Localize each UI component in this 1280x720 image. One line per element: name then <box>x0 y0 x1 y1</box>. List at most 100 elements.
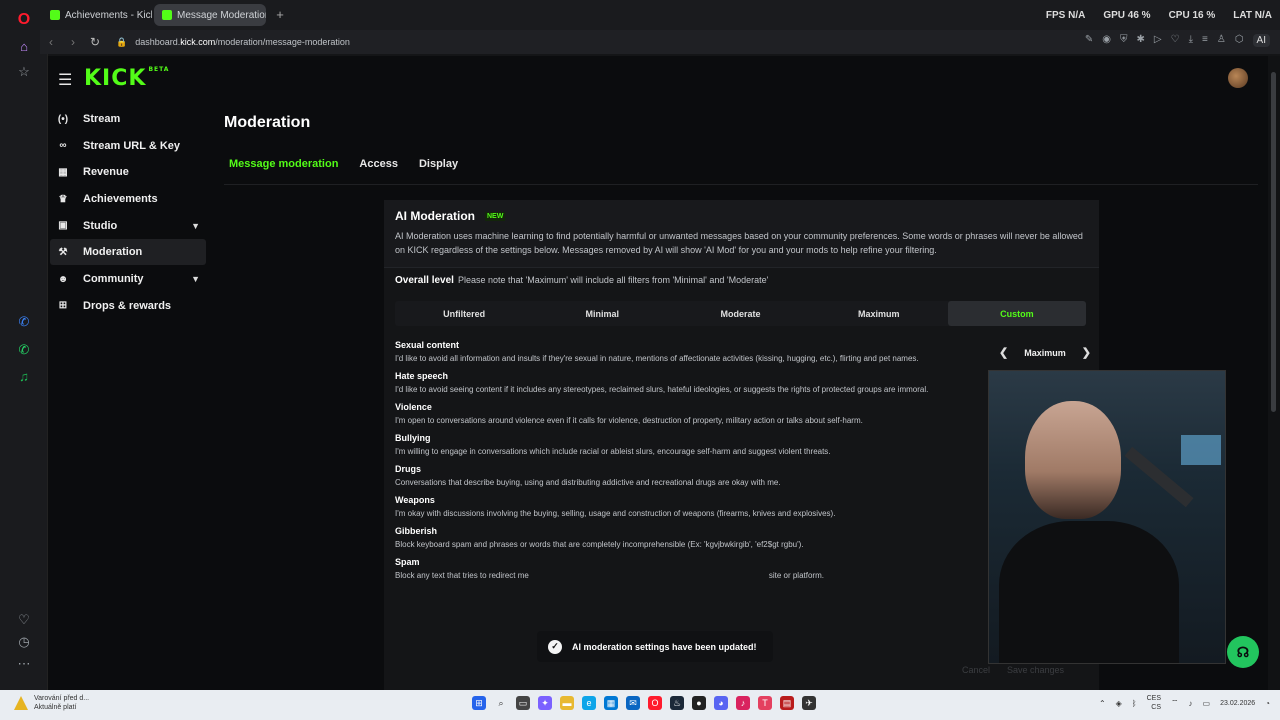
ai-button[interactable]: AI <box>1252 34 1270 47</box>
category-name: Sexual content <box>395 340 460 350</box>
edit-icon[interactable]: ✎ <box>1085 34 1093 47</box>
category-description: I'm open to conversations around violenc… <box>395 416 863 425</box>
profile-icon[interactable]: ♙ <box>1217 34 1226 47</box>
lock-icon: 🔒 <box>116 36 128 47</box>
reload-icon[interactable]: ↻ <box>84 35 106 49</box>
chevron-down-icon[interactable]: ▼ <box>191 221 200 231</box>
app-icon[interactable]: ▤ <box>780 696 794 710</box>
back-icon[interactable]: ‹ <box>40 35 62 49</box>
search-icon[interactable]: ⌕ <box>494 696 508 710</box>
chevron-left-icon[interactable]: ❮ <box>995 346 1012 359</box>
overall-level-label: Overall level <box>395 275 454 286</box>
weather-notice[interactable]: Varování před d... Aktuálně platí <box>14 694 89 712</box>
level-moderate-button[interactable]: Moderate <box>671 301 809 326</box>
level-minimal-button[interactable]: Minimal <box>533 301 671 326</box>
tab-display[interactable]: Display <box>414 158 463 176</box>
heart-icon[interactable]: ♡ <box>1171 34 1180 47</box>
messenger-icon[interactable]: ✆ <box>14 312 34 332</box>
new-tab-icon[interactable]: + <box>272 7 288 23</box>
hamburger-menu-icon[interactable]: ☰ <box>58 70 72 90</box>
opera-icon[interactable]: O <box>648 696 662 710</box>
cancel-button[interactable]: Cancel <box>962 665 990 675</box>
tab-message-moderation[interactable]: Message Moderation - Ki <box>154 4 266 26</box>
file-explorer-icon[interactable]: ▬ <box>560 696 574 710</box>
level-selector: Unfiltered Minimal Moderate Maximum Custom <box>395 301 1087 326</box>
whatsapp-icon[interactable]: ✆ <box>14 340 34 360</box>
chevron-up-icon[interactable]: ⌃ <box>1099 699 1106 708</box>
wifi-icon[interactable]: ⌔ <box>1171 698 1179 708</box>
tab-access[interactable]: Access <box>354 158 403 176</box>
level-unfiltered-button[interactable]: Unfiltered <box>395 301 533 326</box>
sidebar-item-revenue[interactable]: ▦ Revenue <box>50 159 206 185</box>
tab-achievements[interactable]: Achievements - Kick Dash <box>42 4 152 26</box>
level-maximum-button[interactable]: Maximum <box>810 301 948 326</box>
form-actions: Cancel Save changes <box>962 665 1064 675</box>
steam-icon[interactable]: ♨ <box>670 696 684 710</box>
forward-icon[interactable]: › <box>62 35 84 49</box>
chevron-right-icon[interactable]: ❯ <box>1078 346 1095 359</box>
shield-icon[interactable]: ⛨ <box>1120 34 1128 47</box>
app-icon[interactable]: ✈ <box>802 696 816 710</box>
copilot-icon[interactable]: ✦ <box>538 696 552 710</box>
outlook-icon[interactable]: ✉ <box>626 696 640 710</box>
network-icon[interactable]: ◈ <box>1116 699 1122 708</box>
language-indicator[interactable]: CES CS <box>1147 694 1161 712</box>
sidebar-item-achievements[interactable]: ♛ Achievements <box>50 186 206 212</box>
sidebar-item-community[interactable]: ☻ Community ▼ <box>50 266 206 292</box>
sidebar-item-moderation[interactable]: ⚒ Moderation <box>50 239 206 266</box>
bookmark-icon[interactable]: ☆ <box>14 62 34 82</box>
kick-logo[interactable]: KICK BETA <box>84 66 169 91</box>
tab-message-moderation[interactable]: Message moderation <box>224 158 343 176</box>
kick-header: ☰ KICK BETA <box>48 56 1268 100</box>
camera-icon[interactable]: ◉ <box>1102 34 1111 47</box>
avatar[interactable] <box>1228 68 1248 88</box>
chevron-down-icon[interactable]: ▼ <box>191 274 200 284</box>
sidebar-item-stream-url-key[interactable]: ∞ Stream URL & Key <box>50 133 206 159</box>
notifications-icon[interactable]: ◔ <box>1265 699 1270 708</box>
volume-icon[interactable]: ♪ <box>1189 699 1193 708</box>
save-changes-button[interactable]: Save changes <box>1007 665 1064 675</box>
page-title: Moderation <box>224 114 311 131</box>
tab-label: Message Moderation - Ki <box>177 9 266 21</box>
tab-label: Achievements - Kick Dash <box>65 9 152 21</box>
obs-icon[interactable]: ● <box>692 696 706 710</box>
opera-logo-icon[interactable]: O <box>14 10 34 30</box>
extension-icon[interactable]: ✱ <box>1137 34 1145 47</box>
app-icon[interactable]: T <box>758 696 772 710</box>
tabs-divider <box>224 184 1258 185</box>
more-icon[interactable]: ⋯ <box>14 654 34 674</box>
kick-favicon-icon <box>50 10 60 20</box>
download-icon[interactable]: ⤓ <box>1189 34 1193 47</box>
discord-icon[interactable]: ◕ <box>714 696 728 710</box>
sidebar-item-label: Stream <box>83 113 121 125</box>
ai-moderation-header: AI Moderation NEW AI Moderation uses mach… <box>384 200 1099 268</box>
app-icon[interactable]: ♪ <box>736 696 750 710</box>
sidebar-item-studio[interactable]: ▣ Studio ▼ <box>50 213 206 239</box>
history-icon[interactable]: ◷ <box>14 632 34 652</box>
home-icon[interactable]: ⌂ <box>14 36 34 56</box>
streamer-head <box>1025 401 1121 519</box>
broadcast-icon: (•) <box>57 113 69 125</box>
sidebar-item-stream[interactable]: (•) Stream <box>50 106 206 132</box>
battery-icon[interactable]: ▭ <box>1203 699 1211 708</box>
edge-icon[interactable]: e <box>582 696 596 710</box>
store-icon[interactable]: ▦ <box>604 696 618 710</box>
overall-level-note: Please note that 'Maximum' will include … <box>457 275 769 285</box>
menu-icon[interactable]: ≡ <box>1202 34 1208 47</box>
scrollbar-thumb[interactable] <box>1271 72 1276 412</box>
level-custom-button[interactable]: Custom <box>947 301 1087 326</box>
sidebar-item-label: Stream URL & Key <box>83 139 180 152</box>
task-view-icon[interactable]: ▭ <box>516 696 530 710</box>
start-icon[interactable]: ⊞ <box>472 696 486 710</box>
success-toast: ✓ AI moderation settings have been updat… <box>537 631 773 662</box>
sidebar-item-drops-rewards[interactable]: ⊞ Drops & rewards <box>50 293 206 319</box>
heart-icon[interactable]: ♡ <box>14 610 34 630</box>
url-field[interactable]: 🔒 dashboard.kick.com/moderation/message-m… <box>116 37 350 48</box>
play-icon[interactable]: ▷ <box>1154 34 1162 47</box>
spotify-icon[interactable]: ♫ <box>14 366 34 386</box>
support-chat-button[interactable]: ☊ <box>1227 636 1259 668</box>
cube-icon[interactable]: ⬡ <box>1235 34 1244 47</box>
bluetooth-icon[interactable]: ᛒ <box>1132 699 1137 708</box>
windows-taskbar: Varování před d... Aktuálně platí ⊞ ⌕ ▭ ✦… <box>0 690 1280 720</box>
clock[interactable]: 23.02.2026 <box>1220 699 1255 708</box>
